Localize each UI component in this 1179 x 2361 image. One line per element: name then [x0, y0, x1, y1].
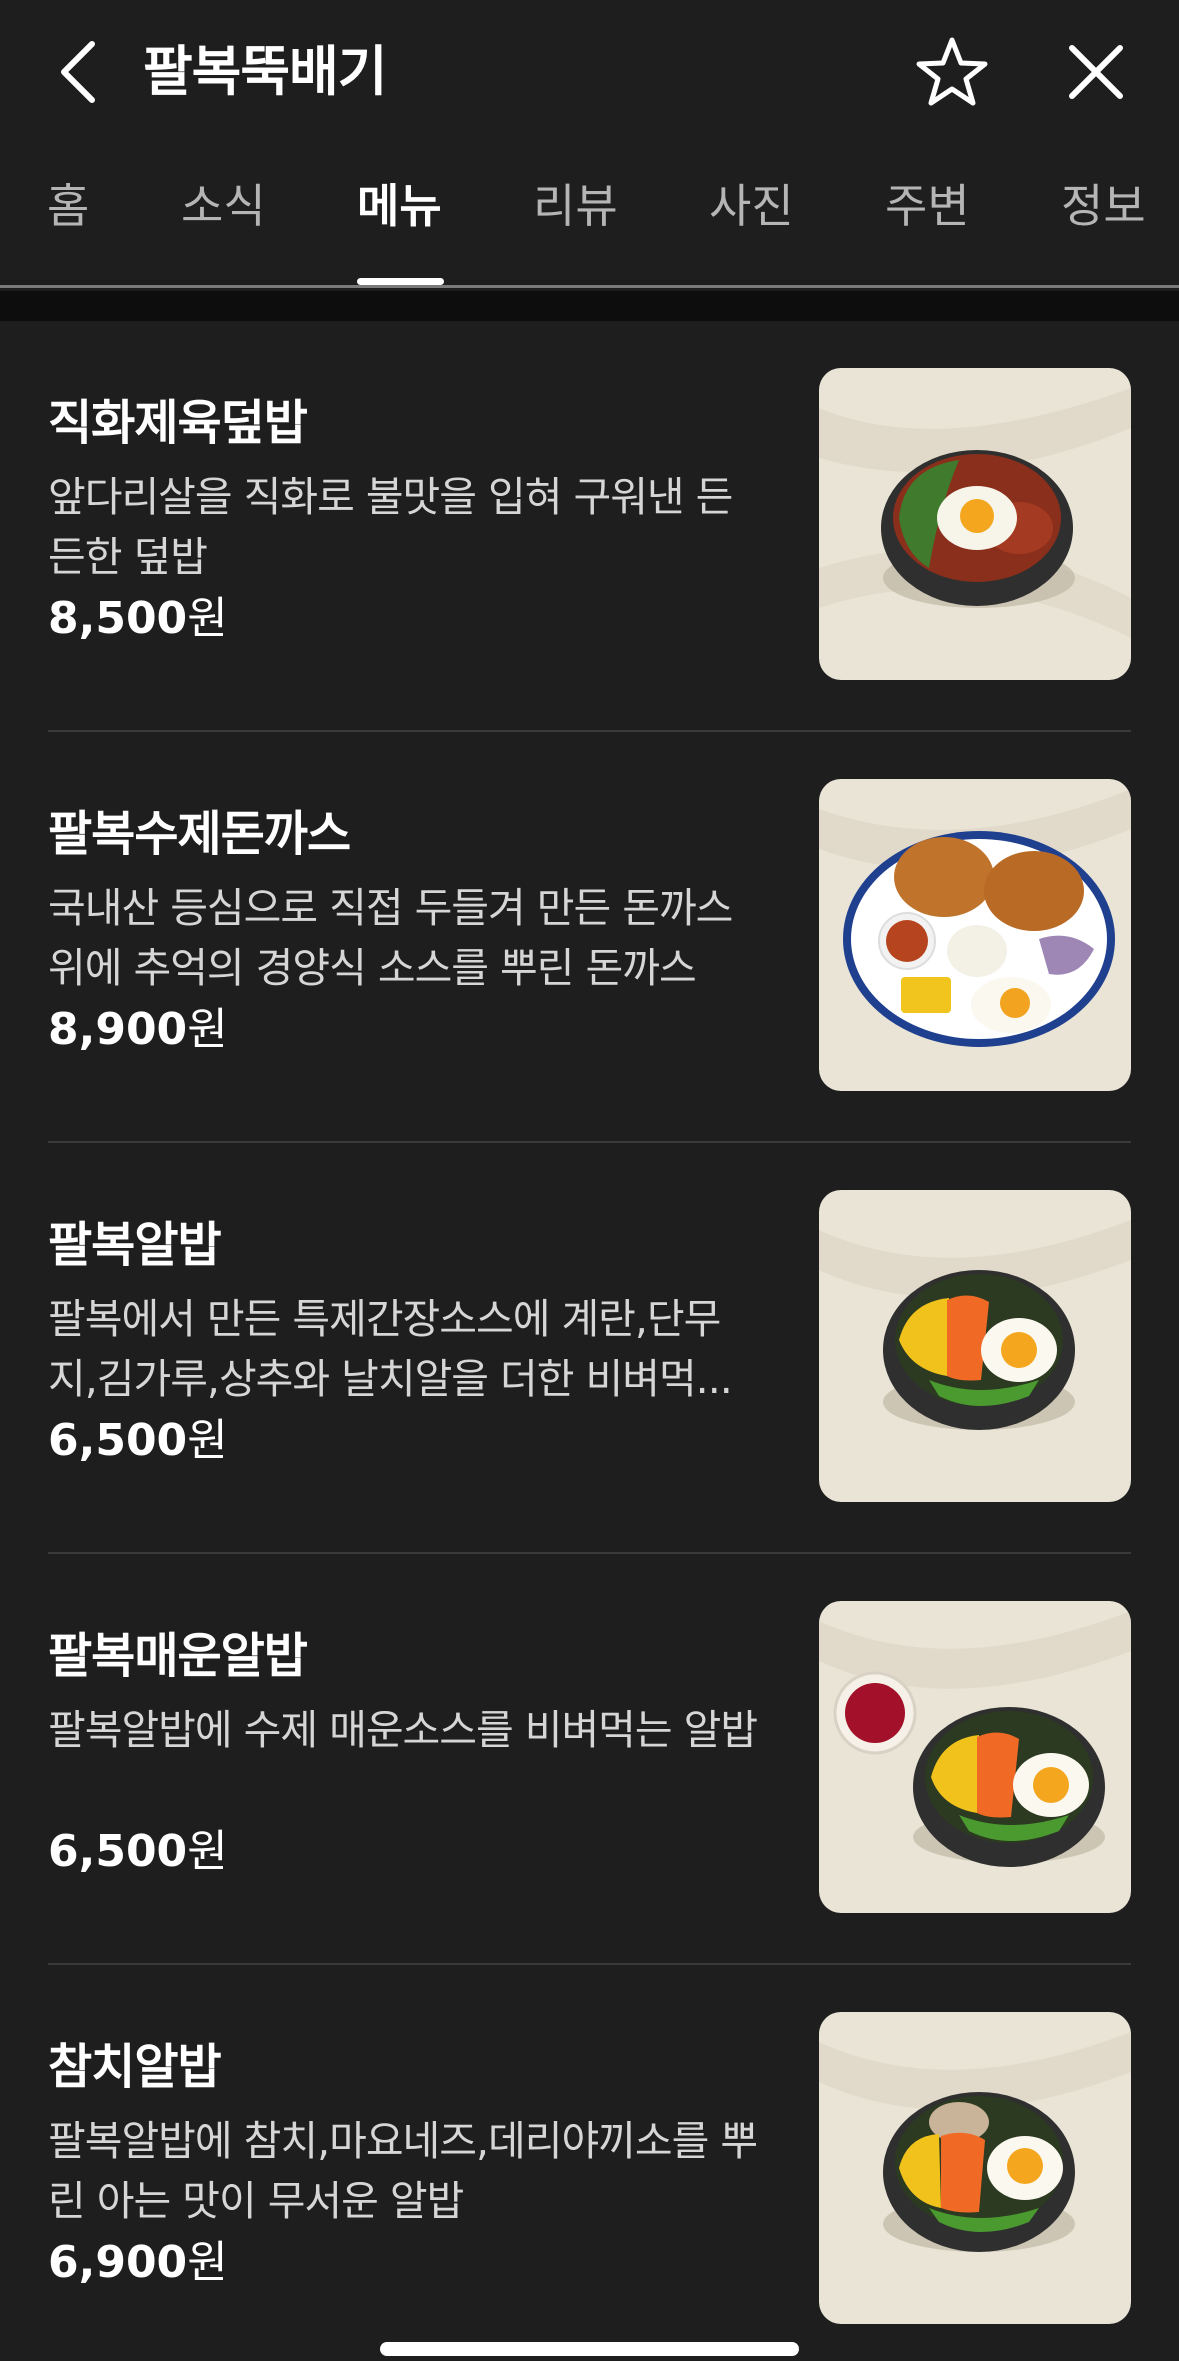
rice-bowl-pork-image [819, 368, 1131, 680]
tab-news[interactable]: 소식 [181, 176, 266, 236]
price-unit: 원 [187, 1826, 228, 1877]
tab-review[interactable]: 리뷰 [533, 176, 618, 236]
menu-item-description: 국내산 등심으로 직접 두들겨 만든 돈까스 위에 추억의 경양식 소스를 뿌린… [48, 884, 733, 992]
price-unit: 원 [187, 2237, 228, 2288]
menu-item-name: 직화제육덮밥 [48, 395, 308, 451]
menu-item-photo[interactable] [819, 1601, 1131, 1913]
page-title: 팔복뚝배기 [143, 40, 387, 103]
fish-roe-rice-bowl-image [819, 1190, 1131, 1502]
menu-item-name: 팔복수제돈까스 [48, 806, 351, 862]
menu-item-price: 8,500원 [48, 589, 228, 649]
menu-item-description: 앞다리살을 직화로 불맛을 입혀 구워낸 든든한 덮밥 [48, 473, 733, 581]
menu-item-photo[interactable] [819, 779, 1131, 1091]
tab-photo[interactable]: 사진 [709, 176, 794, 236]
tab-bar: 홈 소식 메뉴 리뷰 사진 주변 정보 [0, 150, 1179, 288]
menu-item-name: 팔복매운알밥 [48, 1628, 308, 1684]
top-app-bar: 팔복뚝배기 [0, 0, 1179, 150]
price-value: 6,500 [48, 1415, 188, 1466]
price-value: 6,900 [48, 2237, 188, 2288]
menu-item-description: 팔복에서 만든 특제간장소스에 계란,단무지,김가루,상추와 날치알을 더한 비… [48, 1295, 733, 1403]
menu-item[interactable]: 팔복알밥 팔복에서 만든 특제간장소스에 계란,단무지,김가루,상추와 날치알을… [0, 1143, 1179, 1554]
price-value: 8,900 [48, 1004, 188, 1055]
star-icon [916, 37, 988, 106]
tab-info[interactable]: 정보 [1061, 176, 1146, 236]
home-indicator[interactable] [380, 2342, 799, 2356]
menu-item-photo[interactable] [819, 1190, 1131, 1502]
price-value: 6,500 [48, 1826, 188, 1877]
place-menu-page: 팔복뚝배기 홈 소식 메뉴 리뷰 사진 주변 정보 직화제육덮밥 앞다리살을 직… [0, 0, 1179, 2361]
menu-item[interactable]: 팔복매운알밥 팔복알밥에 수제 매운소스를 비벼먹는 알밥 6,500원 [0, 1554, 1179, 1965]
menu-item-name: 팔복알밥 [48, 1217, 222, 1273]
section-separator [0, 291, 1179, 321]
chevron-left-icon [61, 41, 95, 103]
menu-item[interactable]: 직화제육덮밥 앞다리살을 직화로 불맛을 입혀 구워낸 든든한 덮밥 8,500… [0, 321, 1179, 732]
menu-item-name: 참치알밥 [48, 2039, 222, 2095]
price-value: 8,500 [48, 593, 188, 644]
favorite-button[interactable] [912, 32, 992, 112]
close-button[interactable] [1056, 32, 1136, 112]
menu-item-description: 팔복알밥에 참치,마요네즈,데리야끼소를 뿌린 아는 맛이 무서운 알밥 [48, 2117, 758, 2225]
menu-item-photo[interactable] [819, 2012, 1131, 2324]
pork-cutlet-plate-image [819, 779, 1131, 1091]
tab-menu[interactable]: 메뉴 [357, 176, 442, 236]
menu-item-description: 팔복알밥에 수제 매운소스를 비벼먹는 알밥 [48, 1706, 758, 1754]
menu-item-price: 6,500원 [48, 1822, 228, 1882]
close-icon [1069, 45, 1123, 99]
tuna-rice-bowl-image [819, 2012, 1131, 2324]
menu-item-price: 6,500원 [48, 1411, 228, 1471]
menu-item-price: 8,900원 [48, 1000, 228, 1060]
tab-nearby[interactable]: 주변 [885, 176, 970, 236]
menu-list: 직화제육덮밥 앞다리살을 직화로 불맛을 입혀 구워낸 든든한 덮밥 8,500… [0, 321, 1179, 2361]
price-unit: 원 [187, 1004, 228, 1055]
price-unit: 원 [187, 1415, 228, 1466]
menu-item[interactable]: 팔복수제돈까스 국내산 등심으로 직접 두들겨 만든 돈까스 위에 추억의 경양… [0, 732, 1179, 1143]
back-button[interactable] [48, 30, 108, 114]
menu-item-price: 6,900원 [48, 2233, 228, 2293]
tab-home[interactable]: 홈 [47, 176, 89, 236]
active-tab-indicator [357, 278, 444, 285]
menu-item[interactable]: 참치알밥 팔복알밥에 참치,마요네즈,데리야끼소를 뿌린 아는 맛이 무서운 알… [0, 1965, 1179, 2361]
menu-item-photo[interactable] [819, 368, 1131, 680]
price-unit: 원 [187, 593, 228, 644]
spicy-fish-roe-rice-bowl-image [819, 1601, 1131, 1913]
